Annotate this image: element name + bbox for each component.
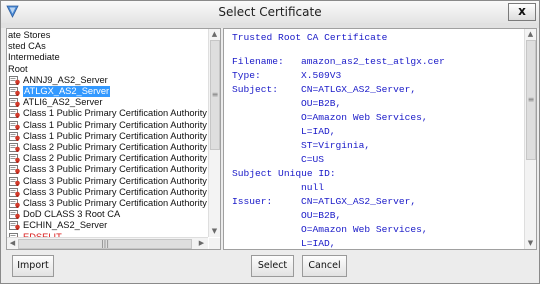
- dialog-title: Select Certificate: [218, 5, 322, 19]
- detail-value: X.509V3: [301, 70, 342, 81]
- details-scroll-thumb[interactable]: ≡: [526, 40, 536, 160]
- select-certificate-dialog: Select Certificate x ate Stores sted CAs I…: [0, 0, 540, 284]
- arrow-up-icon[interactable]: ▲: [525, 29, 536, 40]
- detail-value: CN=ATLGX_AS2_Server,: [301, 196, 417, 207]
- tree-scroll-thumb[interactable]: ≡: [210, 40, 220, 150]
- detail-label: Filename:: [232, 56, 284, 67]
- certificate-label: Class 2 Public Primary Certification Aut…: [23, 142, 208, 152]
- details-heading: Trusted Root CA Certificate: [232, 32, 388, 43]
- certificate-icon: [9, 154, 21, 164]
- tree-node[interactable]: ate Stores: [8, 30, 50, 41]
- cancel-button[interactable]: Cancel: [302, 255, 347, 277]
- detail-label: Subject:: [232, 84, 279, 95]
- certificate-details-panel: Trusted Root CA Certificate Filename: amaz…: [223, 28, 537, 250]
- tree-node[interactable]: Root: [8, 64, 28, 75]
- title-bar[interactable]: Select Certificate x: [1, 1, 539, 24]
- tree-node[interactable]: Intermediate: [8, 52, 60, 63]
- detail-value: amazon_as2_test_atlgx.cer: [301, 56, 445, 67]
- certificate-label: ATLGX_AS2_Server: [23, 86, 111, 97]
- detail-value: O=Amazon Web Services,: [301, 112, 428, 123]
- arrow-down-icon[interactable]: ▼: [525, 238, 536, 249]
- import-button[interactable]: Import: [12, 255, 54, 277]
- certificate-label: Class 1 Public Primary Certification Aut…: [23, 119, 207, 130]
- certificate-label: Class 3 Public Primary Certification Aut…: [23, 175, 207, 186]
- certificate-tree[interactable]: ate Stores sted CAs Intermediate Root ANNJ9_…: [7, 29, 208, 237]
- certificate-icon: [9, 75, 21, 85]
- certificate-icon: [9, 199, 21, 208]
- certificate-label: Class 3 Public Primary Certification Aut…: [23, 198, 208, 208]
- certificate-label: Class 1 Public Primary Certification Aut…: [23, 108, 207, 119]
- select-button[interactable]: Select: [251, 255, 294, 277]
- detail-value: L=IAD,: [301, 238, 336, 249]
- certificate-icon: [9, 176, 21, 186]
- certificate-label: Class 2 Public Primary Certification Aut…: [23, 153, 208, 164]
- details-vertical-scrollbar[interactable]: ▲ ≡ ▼: [524, 29, 536, 249]
- detail-label: Issuer:: [232, 196, 273, 207]
- detail-label: Subject Unique ID:: [232, 168, 336, 179]
- certificate-icon: [9, 143, 21, 152]
- arrow-left-icon[interactable]: ◀: [7, 238, 18, 249]
- certificate-label: DoD CLASS 3 Root CA: [23, 209, 121, 220]
- certificate-icon: [9, 131, 21, 141]
- certificate-label: ATLI6_AS2_Server: [23, 97, 103, 108]
- detail-value: ST=Virginia,: [301, 140, 371, 151]
- certificate-label: ECHIN_AS2_Server: [23, 220, 108, 231]
- certificate-icon: [9, 120, 21, 130]
- arrow-down-icon[interactable]: ▼: [209, 226, 220, 237]
- certificate-icon: [9, 187, 21, 197]
- detail-value: OU=B2B,: [301, 210, 342, 221]
- tree-vertical-scrollbar[interactable]: ▲ ≡ ▼: [208, 29, 220, 237]
- certificate-label: ANNJ9_AS2_Server: [23, 74, 108, 85]
- detail-label: Type:: [232, 70, 261, 81]
- detail-value: OU=B2B,: [301, 98, 342, 109]
- tree-hscroll-thumb[interactable]: |||: [18, 239, 192, 249]
- certificate-icon: [9, 98, 21, 108]
- certificate-label: Class 3 Public Primary Certification Aut…: [23, 164, 207, 175]
- certificate-label: Class 3 Public Primary Certification Aut…: [23, 186, 208, 197]
- certificate-icon: [9, 221, 21, 231]
- close-button[interactable]: x: [508, 3, 536, 21]
- detail-value: null: [301, 182, 325, 193]
- arrow-up-icon[interactable]: ▲: [209, 29, 220, 40]
- scroll-corner: [209, 238, 220, 249]
- certificate-label: Class 1 Public Primary Certification Aut…: [23, 130, 208, 141]
- certificate-icon: [9, 165, 21, 175]
- tree-horizontal-scrollbar[interactable]: ◀ ||| ▶: [7, 237, 208, 249]
- certificate-icon: [9, 109, 21, 119]
- certificate-icon: [9, 210, 21, 220]
- arrow-right-icon[interactable]: ▶: [196, 238, 207, 249]
- certificate-tree-panel: ate Stores sted CAs Intermediate Root ANNJ9_…: [6, 28, 221, 250]
- detail-value: O=Amazon Web Services,: [301, 224, 428, 235]
- certificate-icon: [9, 87, 21, 96]
- detail-value: C=US: [301, 154, 325, 165]
- detail-value: CN=ATLGX_AS2_Server,: [301, 84, 417, 95]
- detail-value: L=IAD,: [301, 126, 336, 137]
- tree-node[interactable]: sted CAs: [8, 41, 46, 52]
